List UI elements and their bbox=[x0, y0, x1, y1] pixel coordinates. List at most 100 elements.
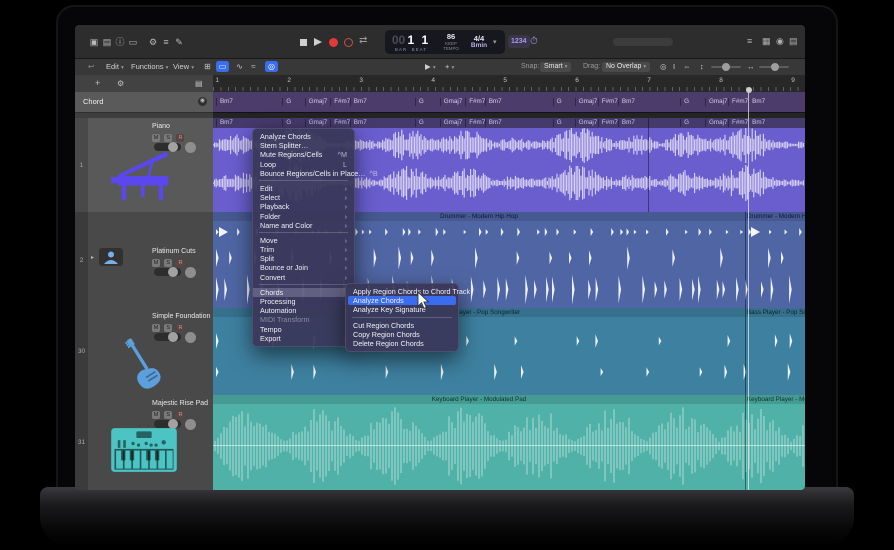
menu-item-bounce-regions-cells-in-place[interactable]: Bounce Regions/Cells in Place… ^B bbox=[253, 169, 378, 178]
menu-item-export[interactable]: Export› bbox=[253, 334, 354, 343]
chord-track-header[interactable]: Chord ◉ bbox=[75, 92, 213, 113]
menu-item-automation[interactable]: Automation› bbox=[253, 306, 354, 315]
chord-label[interactable]: G bbox=[414, 98, 424, 106]
horizontal-zoom-slider[interactable] bbox=[759, 63, 789, 71]
auto-track-zoom-icon[interactable]: ⇔ bbox=[683, 62, 691, 72]
menu-item-loop[interactable]: Loop L bbox=[253, 160, 354, 169]
record-enable-button[interactable]: R bbox=[176, 134, 185, 142]
record-enable-button[interactable]: R bbox=[176, 411, 185, 419]
chord-label[interactable]: Gmaj7 bbox=[574, 98, 597, 106]
menu-item-move[interactable]: Move › bbox=[253, 236, 354, 245]
menu-item-convert[interactable]: Convert › bbox=[253, 273, 354, 282]
loop-browser-icon[interactable]: ▦ bbox=[762, 36, 771, 47]
mixer-icon[interactable]: ≡ bbox=[160, 36, 172, 48]
solo-button[interactable]: S bbox=[164, 411, 173, 419]
menu-item-analyze-chords[interactable]: Analyze Chords bbox=[348, 296, 456, 306]
menu-item-chords[interactable]: Chords› bbox=[253, 287, 354, 297]
record-enable-button[interactable]: R bbox=[176, 259, 185, 267]
chord-label[interactable]: Gmaj7 bbox=[704, 98, 727, 106]
flex-icon[interactable]: ≈ bbox=[247, 61, 260, 72]
menu-item-trim[interactable]: Trim › bbox=[253, 245, 354, 254]
track-header-piano[interactable]: 1 Piano M S R bbox=[75, 118, 213, 213]
drag-selector[interactable]: No Overlap ▾ bbox=[602, 61, 651, 72]
mute-button[interactable]: M bbox=[152, 411, 160, 419]
text-tool-icon[interactable]: I bbox=[673, 62, 675, 72]
menu-item-select[interactable]: Select › bbox=[253, 193, 354, 202]
chord-label[interactable]: Bm7 bbox=[748, 119, 765, 127]
chord-label[interactable]: Gmaj7 bbox=[304, 98, 327, 106]
chord-label[interactable]: Bm7 bbox=[748, 98, 765, 106]
event-list-icon[interactable]: ≡ bbox=[747, 36, 752, 46]
back-icon[interactable]: ↩ bbox=[88, 62, 94, 72]
media-browser-icon[interactable]: ▤ bbox=[789, 36, 798, 47]
chord-label[interactable]: Gmaj7 bbox=[574, 119, 597, 127]
notifications-icon[interactable]: ◉ bbox=[776, 36, 784, 47]
settings-knob-icon[interactable]: ⚙ bbox=[147, 36, 159, 48]
chord-label[interactable]: G bbox=[680, 119, 689, 127]
grid-view-icon[interactable]: ⊞ bbox=[201, 61, 214, 72]
menu-item-folder[interactable]: Folder › bbox=[253, 212, 354, 221]
menu-item-stem-splitter[interactable]: Stem Splitter… bbox=[253, 141, 354, 150]
pan-knob[interactable] bbox=[185, 332, 197, 343]
master-volume-slider[interactable] bbox=[613, 38, 673, 46]
chord-label[interactable]: Bm7 bbox=[484, 119, 502, 127]
metronome-icon[interactable]: ⏱ bbox=[530, 35, 538, 48]
lcd-display[interactable]: 00 1 1 BAR BEAT 86 KEEP TEMPO 4/4 Bmin ▾ bbox=[385, 30, 505, 54]
catch-playhead-icon[interactable]: ◎ bbox=[660, 62, 667, 72]
chord-label[interactable]: G bbox=[282, 119, 291, 127]
fade-tool-icon[interactable]: ∿ bbox=[233, 61, 246, 72]
chord-label[interactable]: F#m7 bbox=[728, 119, 748, 127]
menu-item-copy-region-chords[interactable]: Copy Region Chords bbox=[346, 330, 458, 339]
menu-item-apply-region-chords-to-chord-track[interactable]: Apply Region Chords to Chord Track bbox=[346, 287, 470, 296]
chord-label[interactable]: F#m7 bbox=[728, 98, 748, 106]
mute-button[interactable]: M bbox=[152, 134, 160, 142]
chord-label[interactable]: Bm7 bbox=[349, 98, 367, 106]
solo-button[interactable]: S bbox=[164, 259, 173, 267]
chord-label[interactable]: F#m7 bbox=[465, 119, 485, 127]
chord-label[interactable]: F#m7 bbox=[597, 98, 618, 106]
menu-item-cut-region-chords[interactable]: Cut Region Chords bbox=[346, 321, 458, 330]
region-keyboard[interactable]: Keyboard Player - Modulated Pad Keyboard… bbox=[213, 395, 805, 490]
play-button[interactable] bbox=[314, 38, 322, 46]
chord-label[interactable]: Bm7 bbox=[215, 98, 233, 106]
track-options-icon[interactable]: ⚙ bbox=[117, 78, 124, 89]
chord-label[interactable]: G bbox=[282, 98, 291, 106]
chord-label[interactable]: Gmaj7 bbox=[439, 119, 462, 127]
global-chord-track[interactable]: Bm7 G Gmaj7 F#m7 Bm7 G Gmaj7 F#m7 Bm7 G Gmaj7 F#m7 B… bbox=[213, 92, 805, 113]
vertical-zoom-slider[interactable] bbox=[711, 63, 741, 71]
chord-label[interactable]: F#m7 bbox=[597, 119, 618, 127]
chord-label[interactable]: Gmaj7 bbox=[439, 98, 462, 106]
library-icon[interactable]: ▤ bbox=[101, 36, 113, 48]
menu-item-analyze-chords[interactable]: Analyze Chords bbox=[253, 132, 354, 141]
chord-label[interactable]: G bbox=[552, 119, 562, 127]
command-tool-selector[interactable]: + ▾ bbox=[445, 62, 454, 73]
ruler[interactable]: 1 2 3 4 5 6 7 8 9 bbox=[213, 75, 805, 93]
menu-item-processing[interactable]: Processing› bbox=[253, 297, 354, 306]
menu-item-mute-regions-cells[interactable]: Mute Regions/Cells ^M bbox=[253, 150, 354, 159]
chord-label[interactable]: G bbox=[552, 98, 562, 106]
pointer-tool-selector[interactable]: ▶ ▾ bbox=[425, 62, 436, 73]
snap-selector[interactable]: Smart ▾ bbox=[540, 61, 572, 72]
automation-icon[interactable]: ◎ bbox=[265, 61, 278, 72]
menu-item-playback[interactable]: Playback › bbox=[253, 202, 354, 211]
menu-item-name-and-color[interactable]: Name and Color › bbox=[253, 221, 354, 230]
track-header-majestic-rise-pad[interactable]: 31 Majestic Rise Pad M S R bbox=[75, 395, 213, 490]
disclosure-icon[interactable]: ▸ bbox=[91, 254, 94, 261]
track-header-platinum-cuts[interactable]: 2 ▸ Platinum Cuts M S R bbox=[75, 212, 213, 309]
menu-item-bounce-or-join[interactable]: Bounce or Join › bbox=[253, 263, 354, 272]
solo-button[interactable]: S bbox=[164, 134, 173, 142]
stop-button[interactable] bbox=[300, 39, 307, 46]
main-window-icon[interactable]: ▣ bbox=[88, 36, 100, 48]
volume-slider[interactable] bbox=[154, 267, 181, 277]
mute-button[interactable]: M bbox=[152, 324, 160, 332]
regions-view-icon[interactable]: ▭ bbox=[216, 61, 229, 72]
chord-label[interactable]: Bm7 bbox=[349, 119, 367, 127]
chord-label[interactable]: F#m7 bbox=[330, 98, 350, 106]
mute-button[interactable]: M bbox=[152, 259, 160, 267]
chord-label[interactable]: Gmaj7 bbox=[304, 119, 327, 127]
chord-label[interactable]: F#m7 bbox=[330, 119, 350, 127]
chord-label[interactable]: Bm7 bbox=[484, 98, 502, 106]
lcd-chevron-icon[interactable]: ▾ bbox=[493, 38, 503, 46]
menu-item-analyze-key-signature[interactable]: Analyze Key Signature bbox=[346, 305, 458, 314]
chord-label[interactable]: Gmaj7 bbox=[704, 119, 727, 127]
